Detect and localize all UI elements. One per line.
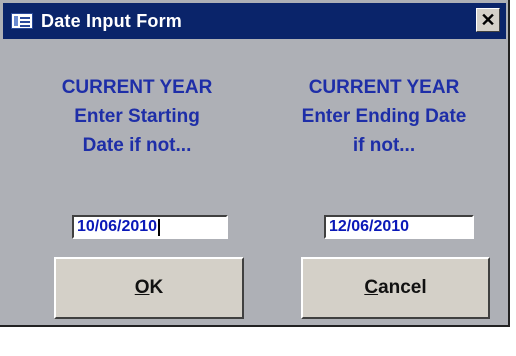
title-bar[interactable]: Date Input Form ✕ <box>3 3 506 39</box>
start-date-value: 10/06/2010 <box>77 218 158 235</box>
ok-access-key: O <box>134 277 150 298</box>
text-cursor <box>158 218 161 236</box>
start-date-prompt: CURRENT YEAR Enter Starting Date if not.… <box>61 77 213 156</box>
cancel-label-rest: ancel <box>378 277 427 298</box>
close-icon: ✕ <box>480 10 496 30</box>
window-title: Date Input Form <box>41 10 182 31</box>
end-date-field[interactable]: 12/06/2010 <box>324 215 474 239</box>
end-date-prompt: CURRENT YEAR Enter Ending Date if not... <box>301 77 467 156</box>
cancel-access-key: C <box>364 277 379 298</box>
form-icon <box>11 13 33 29</box>
cancel-button[interactable]: Cancel <box>301 257 490 319</box>
end-date-value: 12/06/2010 <box>329 218 410 235</box>
ok-label-rest: K <box>149 277 164 298</box>
close-button[interactable]: ✕ <box>476 8 500 32</box>
ok-button[interactable]: OK <box>54 257 244 319</box>
start-date-field[interactable]: 10/06/2010 <box>72 215 228 239</box>
date-input-form-window: Date Input Form ✕ CURRENT YEAR Enter Sta… <box>0 0 510 327</box>
